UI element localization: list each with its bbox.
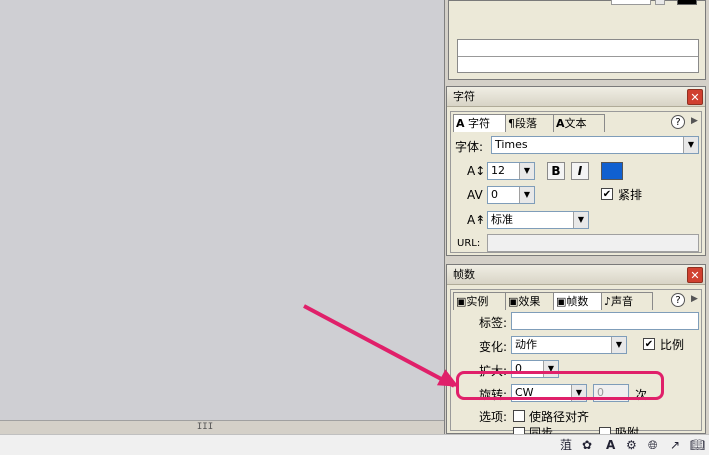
character-panel-title: 字符: [453, 90, 475, 103]
character-panel: 字符 ✕ A 字符 ¶段落 A文本 ? ▶ 字体: Times ▼ A↕ 12 …: [446, 86, 706, 256]
text-tool-icon[interactable]: A: [606, 438, 615, 452]
character-panel-menu-icon[interactable]: ▶: [691, 116, 698, 126]
chevron-down-icon[interactable]: ▼: [611, 337, 626, 353]
chevron-down-icon[interactable]: ▼: [683, 137, 698, 153]
tab-frame[interactable]: ▣帧数: [553, 292, 605, 310]
tracking-value: 0: [491, 188, 498, 201]
tab-sound[interactable]: ♪声音: [601, 292, 653, 310]
label-label: 标签:: [479, 316, 508, 330]
tab-character[interactable]: A 字符: [453, 114, 509, 132]
italic-button[interactable]: I: [571, 162, 589, 180]
baseline-select[interactable]: 标准 ▼: [487, 211, 589, 229]
url-label: URL:: [457, 238, 481, 249]
character-panel-body: A 字符 ¶段落 A文本 ? ▶ 字体: Times ▼ A↕ 12 ▼ B I…: [450, 111, 702, 253]
tracking-field[interactable]: 0 ▼: [487, 186, 535, 204]
frame-panel-body: ▣实例 ▣效果 ▣帧数 ♪声音 ? ▶ 标签: 变化: 动作 ▼ ✔ 比例 扩大…: [450, 289, 702, 440]
rotation-highlight-box: [456, 371, 664, 400]
frame-help-icon[interactable]: ?: [671, 293, 685, 307]
horizontal-scrollbar[interactable]: III: [0, 420, 444, 434]
orient-checkbox[interactable]: [513, 410, 525, 422]
frame-label-field[interactable]: [511, 312, 699, 330]
font-size-field[interactable]: 12 ▼: [487, 162, 535, 180]
globe-icon[interactable]: 🌐︎: [648, 438, 658, 452]
character-help-icon[interactable]: ?: [671, 115, 685, 129]
tab-paragraph[interactable]: ¶段落: [505, 114, 557, 132]
top-dropdown-button[interactable]: [655, 0, 665, 5]
frame-panel-title: 帧数: [453, 268, 475, 281]
orient-label: 使路径对齐: [529, 410, 590, 424]
arrow-icon[interactable]: ↗: [670, 438, 680, 452]
tab-instance[interactable]: ▣实例: [453, 292, 509, 310]
tween-value: 动作: [515, 338, 537, 351]
font-size-value: 12: [491, 164, 505, 177]
url-field[interactable]: [487, 234, 699, 252]
frame-panel-menu-icon[interactable]: ▶: [691, 294, 698, 304]
baseline-value: 标准: [491, 213, 513, 226]
bold-button[interactable]: B: [547, 162, 565, 180]
tab-effect[interactable]: ▣效果: [505, 292, 557, 310]
scale-label: 比例: [660, 338, 685, 352]
font-size-icon: A↕: [467, 164, 486, 178]
tween-label: 变化:: [479, 340, 508, 354]
scale-checkbox[interactable]: ✔: [643, 338, 655, 350]
text-color-swatch[interactable]: [601, 162, 623, 180]
options-label: 选项:: [479, 410, 508, 424]
gear-icon[interactable]: ⚙: [626, 438, 637, 452]
top-field[interactable]: [611, 0, 651, 5]
font-label: 字体:: [455, 140, 484, 154]
baseline-icon: A↟: [467, 213, 486, 227]
tab-text-options[interactable]: A文本: [553, 114, 605, 132]
stamp-icon[interactable]: 菹: [560, 438, 572, 452]
frame-panel: 帧数 ✕ ▣实例 ▣效果 ▣帧数 ♪声音 ? ▶ 标签: 变化: 动作 ▼ ✔ …: [446, 264, 706, 440]
stage-canvas[interactable]: [0, 0, 444, 420]
kern-label: 紧排: [618, 188, 643, 202]
chevron-down-icon[interactable]: ▼: [519, 163, 534, 179]
book-icon[interactable]: 📖︎: [690, 438, 705, 452]
font-select[interactable]: Times ▼: [491, 136, 699, 154]
frame-tabs: ▣实例 ▣效果 ▣帧数 ♪声音: [453, 292, 683, 310]
chevron-down-icon[interactable]: ▼: [519, 187, 534, 203]
palette-icon[interactable]: ✿: [582, 438, 592, 452]
top-panel: [448, 0, 706, 80]
chevron-down-icon[interactable]: ▼: [573, 212, 588, 228]
font-value: Times: [495, 138, 528, 151]
frame-panel-titlebar[interactable]: 帧数: [447, 265, 705, 285]
top-color-swatch[interactable]: [677, 0, 697, 5]
frame-panel-close-icon[interactable]: ✕: [687, 267, 703, 283]
character-panel-titlebar[interactable]: 字符: [447, 87, 705, 107]
scroll-thumb[interactable]: III: [180, 422, 230, 433]
character-panel-close-icon[interactable]: ✕: [687, 89, 703, 105]
kern-checkbox[interactable]: ✔: [601, 188, 613, 200]
top-text-area[interactable]: [457, 39, 699, 73]
character-tabs: A 字符 ¶段落 A文本: [453, 114, 683, 132]
status-bar: [0, 434, 709, 455]
tracking-icon: AV: [467, 188, 483, 202]
tween-select[interactable]: 动作 ▼: [511, 336, 627, 354]
